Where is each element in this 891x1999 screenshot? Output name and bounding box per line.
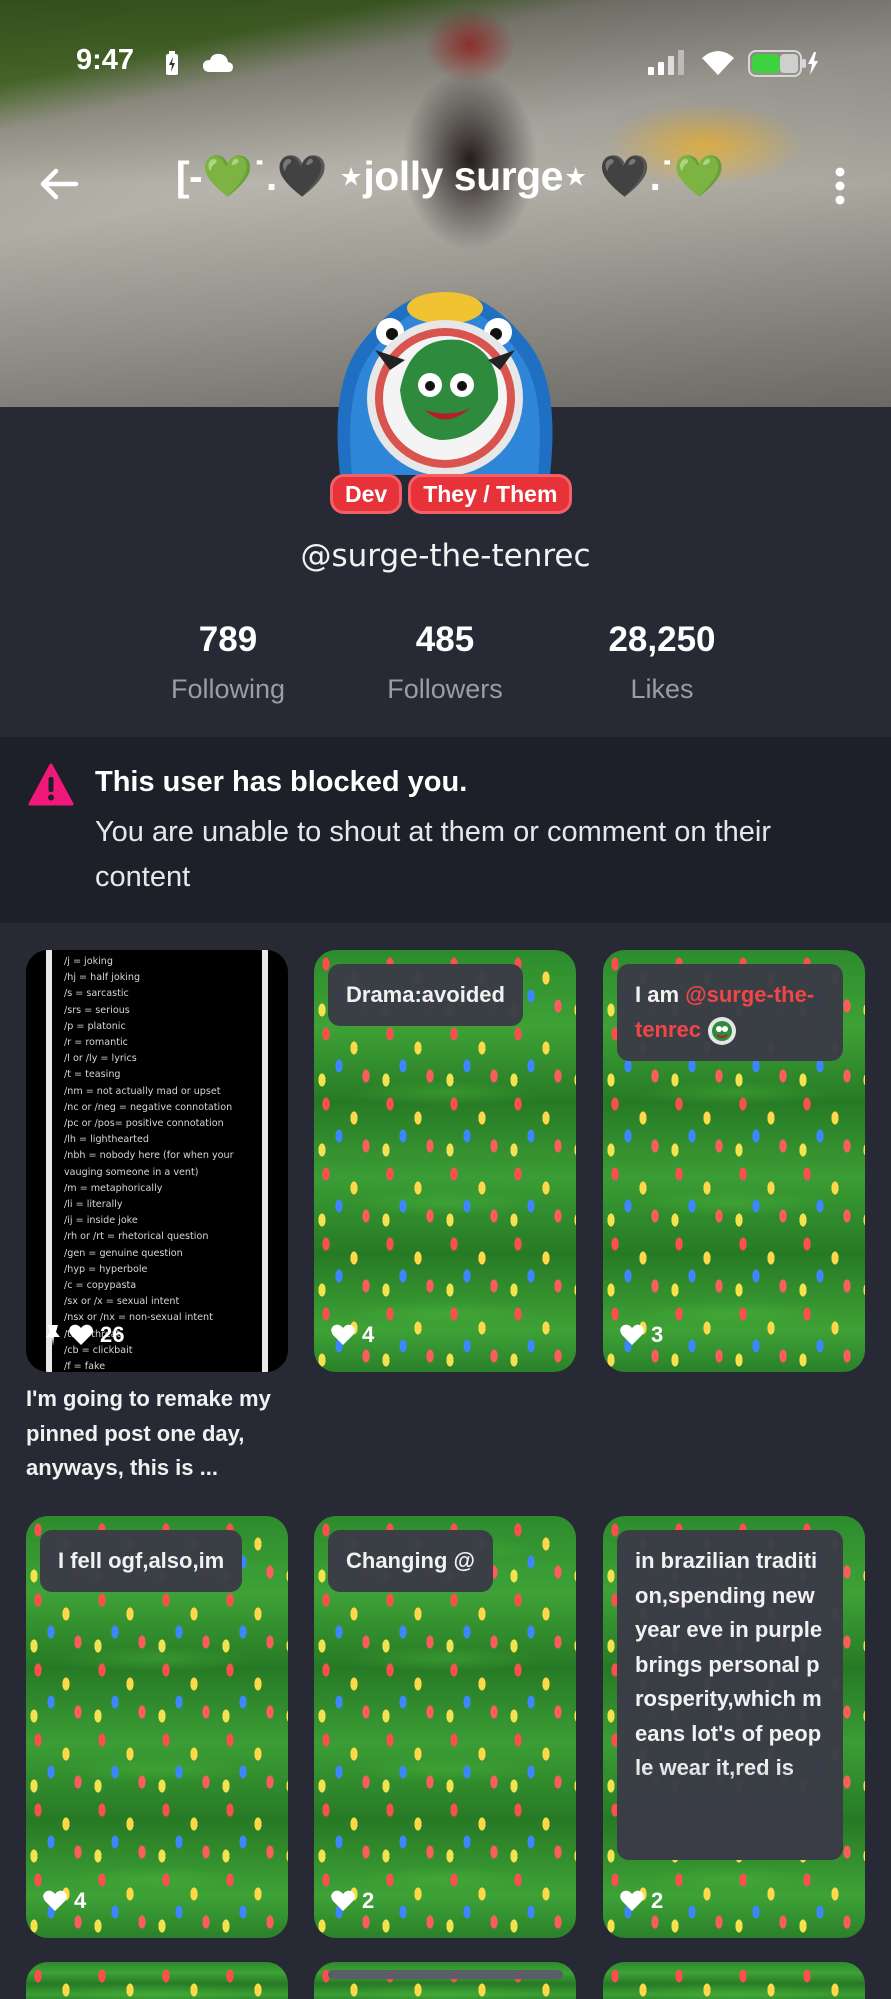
- heart-icon: [43, 1890, 67, 1911]
- pinned-text-line: /nc or /neg = negative connotation: [64, 1101, 233, 1113]
- profile-handle: @surge-the-tenrec: [300, 538, 591, 574]
- pinned-text-line: /r = romantic: [64, 1037, 128, 1049]
- post-like-count: 26: [100, 1322, 125, 1347]
- avatar[interactable]: [330, 290, 560, 480]
- pinned-text-line: /nm = not actually mad or upset: [64, 1085, 221, 1097]
- status-time: 9:47: [76, 44, 135, 76]
- stat-value: 28,250: [608, 620, 716, 659]
- post-like-count: 4: [74, 1888, 87, 1913]
- heart-icon: [620, 1324, 644, 1345]
- back-arrow-icon: [40, 168, 79, 200]
- post-label: I am @surge-the-tenrec: [617, 964, 843, 1061]
- post-likes: 3: [619, 1320, 663, 1350]
- pinned-text-line: /l or /ly = lyrics: [64, 1053, 137, 1065]
- cloud-icon: [202, 52, 234, 78]
- pinned-text-line: /j = joking: [64, 956, 113, 967]
- wifi-icon: [700, 48, 736, 80]
- post-label: in brazilian tradition,spending new year…: [617, 1530, 843, 1860]
- pinned-text-line: /hyp = hyperbole: [64, 1263, 148, 1275]
- pinned-text-line: /t = teasing: [64, 1069, 121, 1081]
- post-card[interactable]: [314, 1962, 576, 1999]
- pinned-text-line: /sx or /x = sexual intent: [64, 1296, 180, 1308]
- stat-likes[interactable]: 28,250 Likes: [552, 620, 772, 705]
- role-badge: Dev: [330, 474, 403, 514]
- stat-followers[interactable]: 485 Followers: [335, 620, 555, 705]
- post-likes: 4: [330, 1320, 374, 1350]
- post-label: Changing @: [328, 1530, 493, 1592]
- post-label: Drama:avoided: [328, 964, 523, 1026]
- more-vertical-icon: [835, 167, 845, 205]
- post-card[interactable]: I fell ogf,also,im 4: [26, 1516, 288, 1938]
- pinned-text-line: /li = literally: [64, 1199, 123, 1211]
- charging-icon: [165, 50, 179, 80]
- pinned-text-line: /p = platonic: [64, 1020, 126, 1032]
- heart-icon: [69, 1324, 93, 1345]
- post-like-count: 2: [362, 1888, 375, 1913]
- battery-icon: [748, 48, 820, 82]
- heart-icon: [620, 1890, 644, 1911]
- pinned-post-text: /j = joking/hj = half joking/s = sarcast…: [64, 954, 264, 1372]
- stat-following[interactable]: 789 Following: [118, 620, 338, 705]
- back-button[interactable]: [36, 160, 84, 208]
- pinned-text-line: /nbh = nobody here (for when your: [64, 1150, 234, 1162]
- more-options-button[interactable]: [818, 162, 862, 210]
- mention-avatar-icon: [708, 1016, 737, 1045]
- pinned-text-line: /gen = genuine question: [64, 1247, 183, 1259]
- blocked-title: This user has blocked you.: [95, 766, 468, 798]
- pinned-text-line: /s = sarcastic: [64, 988, 129, 1000]
- heart-icon: [331, 1324, 355, 1345]
- pinned-text-line: vauging someone in a vent): [64, 1166, 199, 1178]
- heart-icon: [331, 1890, 355, 1911]
- stat-label: Likes: [630, 674, 694, 704]
- pinned-text-line: /lh = lighthearted: [64, 1134, 149, 1146]
- post-likes: 4: [42, 1886, 86, 1916]
- avatar-badges: Dev They / Them: [330, 474, 573, 514]
- stat-value: 485: [415, 620, 475, 659]
- post-like-count: 3: [651, 1322, 664, 1347]
- post-card[interactable]: Drama:avoided 4: [314, 950, 576, 1372]
- blocked-body: You are unable to shout at them or comme…: [95, 816, 772, 893]
- post-card[interactable]: I am @surge-the-tenrec 3: [603, 950, 865, 1372]
- post-caption[interactable]: I'm going to remake my pinned post one d…: [26, 1382, 296, 1486]
- pinned-text-line: /hj = half joking: [64, 972, 141, 984]
- pinned-text-line: /c = copypasta: [64, 1280, 137, 1292]
- pinned-text-line: /srs = serious: [64, 1004, 130, 1016]
- post-card[interactable]: [26, 1962, 288, 1999]
- post-likes: 26: [44, 1320, 124, 1350]
- pinned-text-line: /ij = inside joke: [64, 1215, 138, 1227]
- pin-icon: [46, 1325, 60, 1346]
- profile-title: [-💚˙.🖤 ⋆jolly surge⋆ 🖤.˙💚: [175, 153, 725, 199]
- pinned-text-line: /m = metaphorically: [64, 1182, 163, 1194]
- pinned-bar: [46, 950, 52, 1372]
- pinned-text-line: /pc or /pos= positive connotation: [64, 1118, 224, 1130]
- pinned-text-line: /rh or /rt = rhetorical question: [64, 1231, 209, 1243]
- post-label: I fell ogf,also,im: [40, 1530, 243, 1592]
- warning-icon: [28, 762, 74, 808]
- signal-icon: [648, 50, 688, 80]
- post-label-text: in brazilian tradition,spending new year…: [635, 1548, 823, 1780]
- post-likes: 2: [619, 1886, 663, 1916]
- pinned-text-line: /f = fake: [64, 1361, 106, 1372]
- pronoun-badge: They / Them: [408, 474, 573, 514]
- post-card[interactable]: in brazilian tradition,spending new year…: [603, 1516, 865, 1938]
- profile-stats: 789 Following 485 Followers 28,250 Likes: [0, 620, 891, 720]
- post-label-text: I am: [635, 982, 686, 1007]
- post-card[interactable]: [603, 1962, 865, 1999]
- post-card-pinned[interactable]: /j = joking/hj = half joking/s = sarcast…: [26, 950, 288, 1372]
- stat-value: 789: [198, 620, 258, 659]
- home-indicator[interactable]: [328, 1970, 563, 1979]
- stat-label: Following: [170, 674, 286, 704]
- post-likes: 2: [330, 1886, 374, 1916]
- post-like-count: 2: [651, 1888, 664, 1913]
- post-card[interactable]: Changing @ 2: [314, 1516, 576, 1938]
- status-bar: 9:47: [0, 0, 891, 120]
- post-like-count: 4: [362, 1322, 375, 1347]
- stat-label: Followers: [387, 674, 503, 704]
